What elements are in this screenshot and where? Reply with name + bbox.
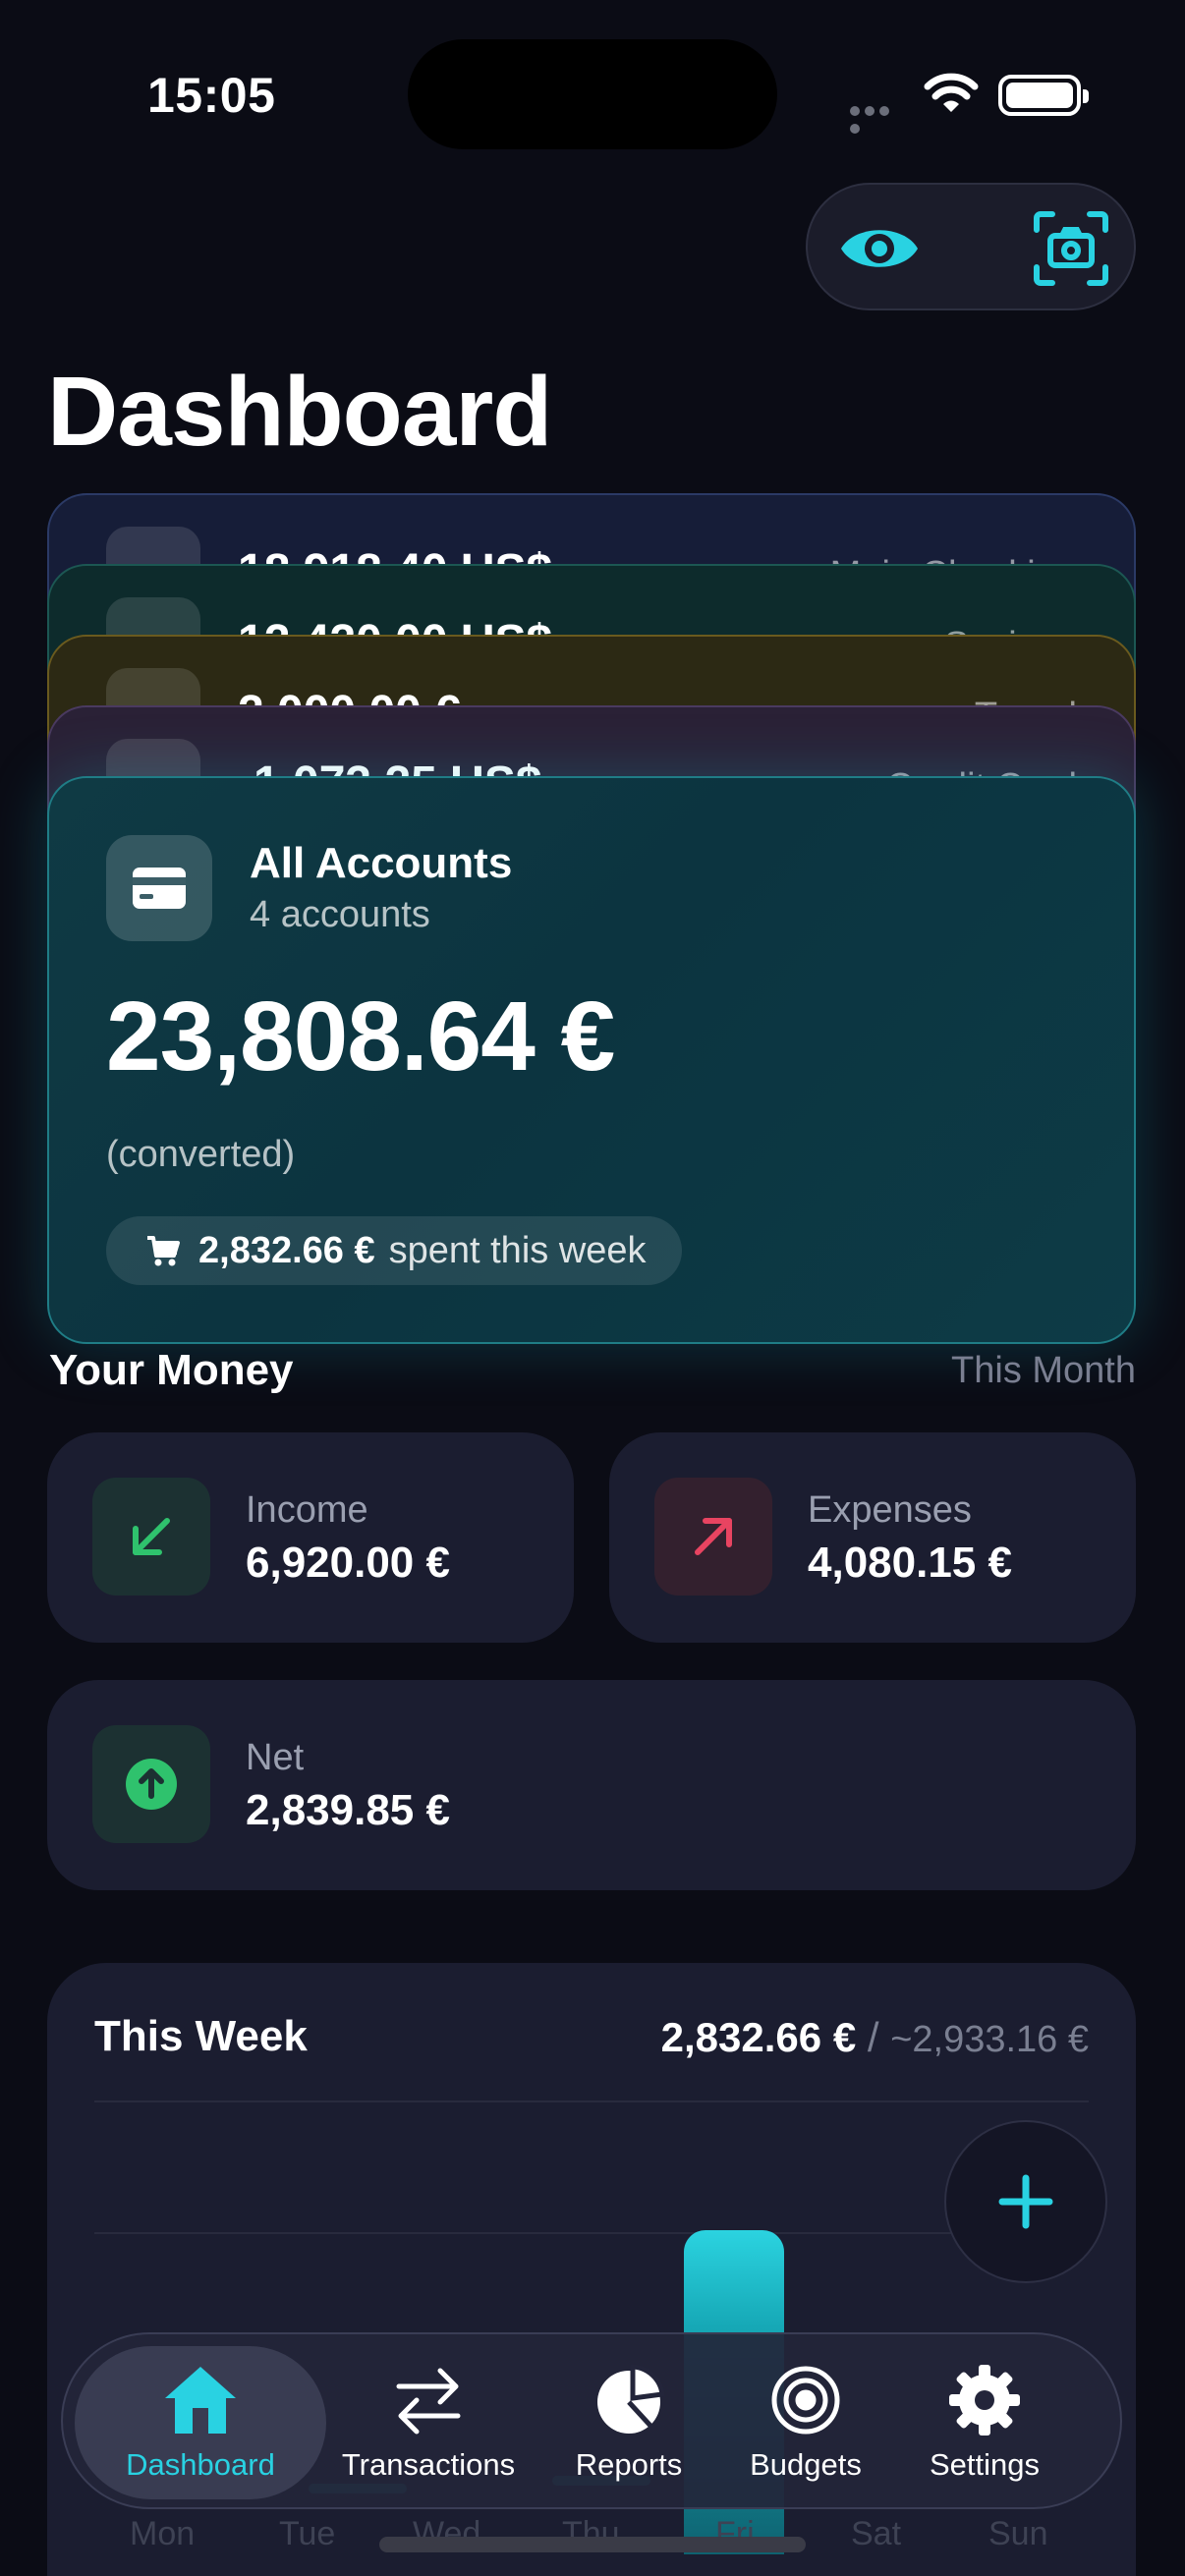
- tab-dashboard[interactable]: Dashboard: [75, 2346, 326, 2499]
- tab-budgets[interactable]: Budgets: [727, 2334, 884, 2511]
- tab-settings[interactable]: Settings: [896, 2334, 1073, 2511]
- gear-icon: [949, 2365, 1020, 2436]
- income-tile[interactable]: Income 6,920.00 €: [47, 1432, 574, 1643]
- expenses-value: 4,080.15 €: [808, 1539, 1012, 1587]
- converted-note: (converted): [106, 1134, 296, 1175]
- tab-label: Transactions: [341, 2447, 516, 2482]
- top-actions-pill: [806, 183, 1136, 310]
- grid-line: [94, 2232, 1089, 2234]
- accounts-count: 4 accounts: [250, 894, 430, 935]
- plus-icon: [998, 2174, 1053, 2229]
- all-accounts-card[interactable]: All Accounts 4 accounts 23,808.64 € (con…: [47, 776, 1136, 1344]
- net-tile[interactable]: Net 2,839.85 €: [47, 1680, 1136, 1890]
- tab-bar: Dashboard Transactions Reports Budgets S…: [61, 2332, 1122, 2509]
- weekly-spend-text: spent this week: [388, 1229, 647, 1271]
- tab-transactions[interactable]: Transactions: [330, 2334, 527, 2511]
- week-spent: 2,832.66 €: [660, 2014, 857, 2060]
- expenses-label: Expenses: [808, 1489, 972, 1531]
- battery-icon: [998, 75, 1089, 116]
- day-label: Sun: [988, 2515, 1048, 2552]
- your-money-title: Your Money: [49, 1346, 294, 1394]
- arrows-exchange-icon: [396, 2368, 461, 2435]
- net-value: 2,839.85 €: [246, 1786, 450, 1834]
- income-value: 6,920.00 €: [246, 1539, 450, 1587]
- tab-label: Dashboard: [126, 2447, 275, 2482]
- dynamic-island: [408, 39, 777, 149]
- cellular-signal-icon: [850, 103, 907, 134]
- eye-icon[interactable]: [837, 206, 922, 291]
- credit-card-icon: [106, 835, 212, 941]
- page-title: Dashboard: [47, 357, 552, 467]
- status-time: 15:05: [147, 68, 276, 123]
- pie-chart-icon: [597, 2364, 665, 2434]
- wifi-icon: [924, 73, 979, 112]
- tab-label: Settings: [929, 2447, 1040, 2482]
- house-icon: [165, 2367, 236, 2434]
- expenses-tile[interactable]: Expenses 4,080.15 €: [609, 1432, 1136, 1643]
- all-accounts-title: All Accounts: [250, 839, 513, 887]
- cart-icon: [147, 1236, 180, 1266]
- this-week-values: 2,832.66 € / ~2,933.16 €: [661, 2014, 1089, 2061]
- weekly-spend-amount: 2,832.66 €: [198, 1229, 375, 1271]
- net-label: Net: [246, 1737, 305, 1778]
- arrow-down-left-icon: [92, 1478, 210, 1596]
- period-selector[interactable]: This Month: [951, 1350, 1136, 1392]
- day-label: Sat: [851, 2515, 902, 2552]
- day-label: Tue: [279, 2515, 336, 2552]
- this-week-title: This Week: [94, 2012, 308, 2060]
- total-balance: 23,808.64 €: [106, 981, 615, 1092]
- tab-label: Reports: [575, 2447, 683, 2482]
- target-icon: [771, 2366, 840, 2435]
- home-indicator[interactable]: [379, 2537, 806, 2552]
- scan-camera-icon[interactable]: [1029, 206, 1113, 291]
- weekly-spend-chip: 2,832.66 € spent this week: [106, 1216, 682, 1285]
- tab-reports[interactable]: Reports: [540, 2334, 717, 2511]
- week-separator: /: [867, 2014, 879, 2060]
- arrow-up-right-icon: [654, 1478, 772, 1596]
- income-label: Income: [246, 1489, 368, 1531]
- week-cap: ~2,933.16 €: [890, 2019, 1089, 2060]
- tab-label: Budgets: [750, 2447, 862, 2482]
- day-label: Mon: [130, 2515, 196, 2552]
- arrow-up-circle-icon: [92, 1725, 210, 1843]
- divider: [94, 2100, 1089, 2102]
- add-transaction-button[interactable]: [944, 2120, 1107, 2283]
